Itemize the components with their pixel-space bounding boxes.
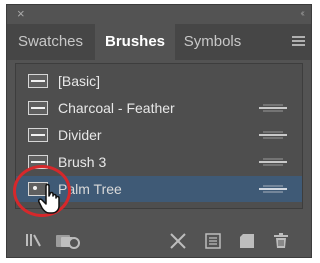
brushes-panel: × ‹‹ Swatches Brushes Symbols [Basic] Ch… <box>6 4 312 258</box>
art-brush-icon <box>259 185 287 193</box>
brush-row-basic[interactable]: [Basic] <box>16 68 302 94</box>
brush-row-divider[interactable]: Divider <box>16 122 302 148</box>
new-brush-icon[interactable] <box>239 233 255 249</box>
options-of-selected-object-icon[interactable] <box>205 233 221 249</box>
brush-label: [Basic] <box>58 73 101 89</box>
brush-label: Brush 3 <box>58 154 107 170</box>
remove-brush-stroke-icon[interactable] <box>169 233 187 249</box>
art-brush-icon <box>259 158 287 166</box>
collapse-panel-icon[interactable]: ‹‹ <box>300 6 304 22</box>
tab-swatches[interactable]: Swatches <box>7 24 94 60</box>
close-panel-icon[interactable]: × <box>17 6 25 22</box>
brush-thumbnail <box>28 128 48 142</box>
tab-brushes[interactable]: Brushes <box>95 24 175 60</box>
brush-row-charcoal-feather[interactable]: Charcoal - Feather <box>16 95 302 121</box>
delete-brush-icon[interactable] <box>273 233 289 249</box>
art-brush-icon <box>259 104 287 112</box>
brush-thumbnail <box>28 74 48 88</box>
libraries-panel-icon[interactable] <box>55 233 81 249</box>
panel-menu-icon[interactable] <box>292 36 305 48</box>
panel-title-bar[interactable]: × ‹‹ <box>7 5 311 23</box>
tab-symbols[interactable]: Symbols <box>175 24 250 60</box>
brush-label: Charcoal - Feather <box>58 100 175 116</box>
brush-libraries-menu-icon[interactable] <box>25 233 43 247</box>
art-brush-icon <box>259 131 287 139</box>
brush-label: Divider <box>58 127 102 143</box>
brush-thumbnail <box>28 101 48 115</box>
panel-tabs: Swatches Brushes Symbols <box>7 24 311 60</box>
panel-bottom-toolbar <box>7 223 311 257</box>
hand-cursor-icon <box>38 183 60 214</box>
